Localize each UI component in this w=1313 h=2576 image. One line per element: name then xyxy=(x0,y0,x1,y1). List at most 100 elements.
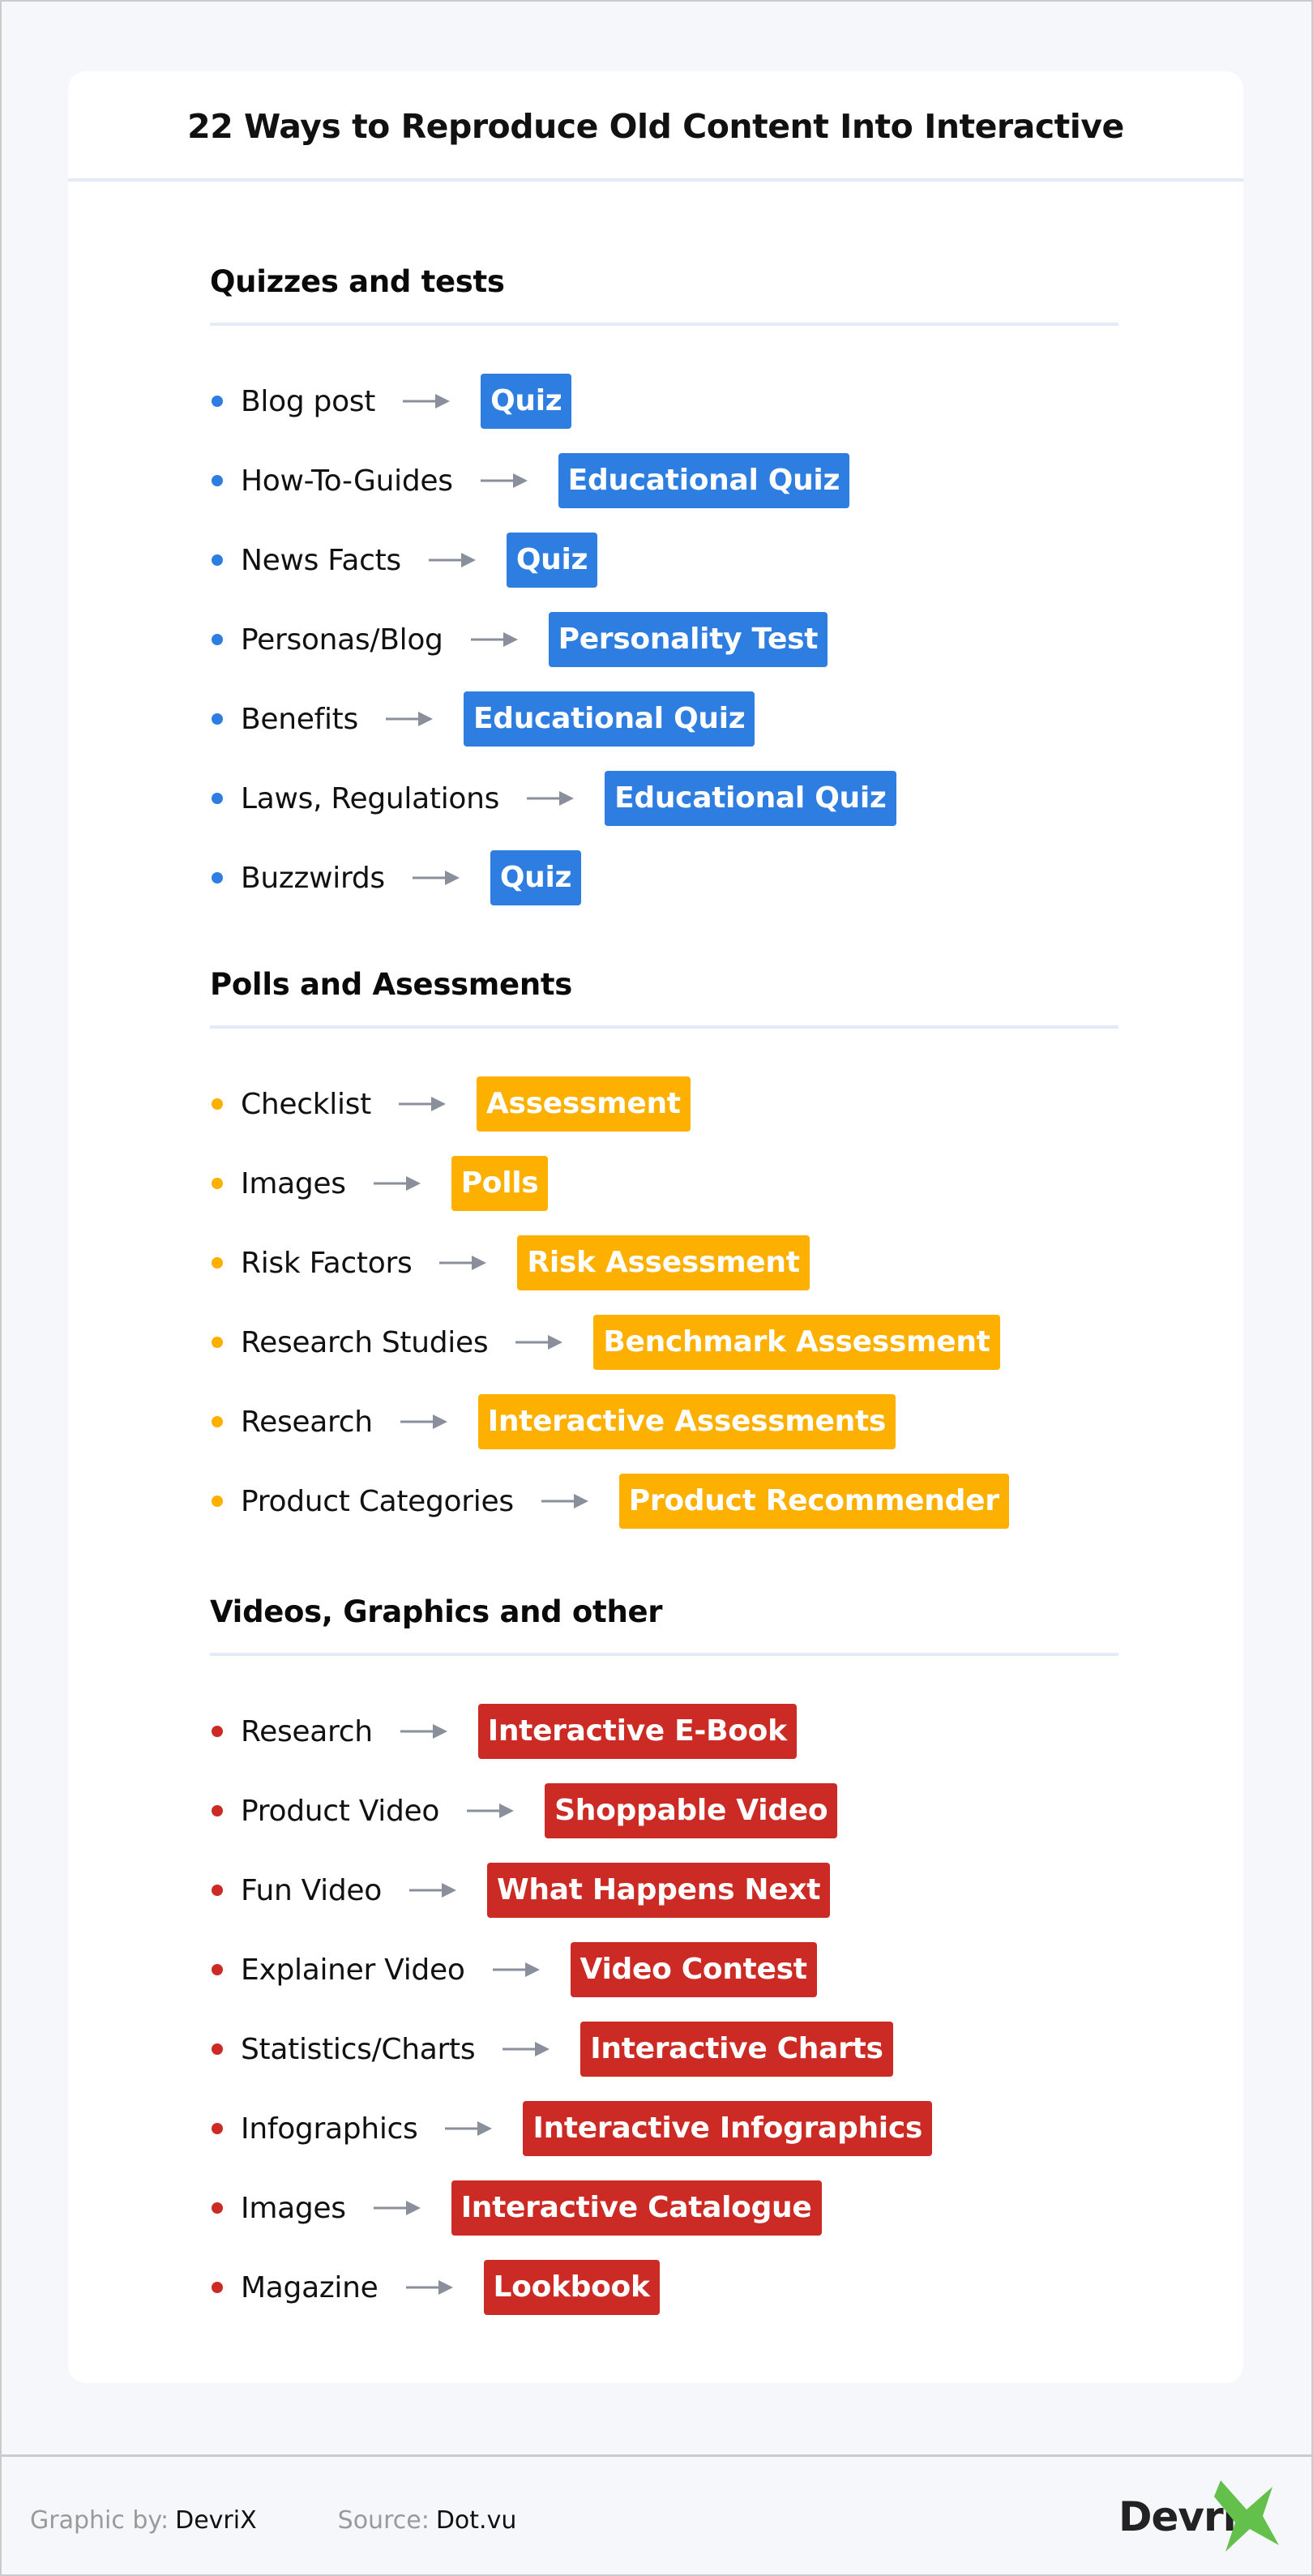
arrow-right-icon xyxy=(408,1883,456,1898)
list-item: Statistics/Charts Interactive Charts xyxy=(210,2009,1118,2089)
footer-credits: Graphic by: DevriX Source: Dot.vu xyxy=(30,2506,597,2535)
list-item: Product Categories Product Recommender xyxy=(210,1461,1118,1541)
arrow-right-icon xyxy=(373,1176,421,1191)
source-content-label: Images xyxy=(241,1166,346,1200)
source-content-label: Checklist xyxy=(241,1087,371,1121)
item-list: Checklist Assessment Images Polls Risk Facto… xyxy=(210,1064,1118,1541)
section-divider xyxy=(210,1025,1118,1029)
list-item: Images Polls xyxy=(210,1144,1118,1223)
source-content-label: Personas/Blog xyxy=(241,623,443,657)
source-content-label: Risk Factors xyxy=(241,1246,413,1280)
bullet-icon xyxy=(212,1257,223,1269)
interactive-format-badge: Quiz xyxy=(490,850,582,905)
source-credit: Source: Dot.vu xyxy=(338,2506,517,2535)
list-item: Benefits Educational Quiz xyxy=(210,679,1118,759)
source-content-label: Buzzwirds xyxy=(241,861,385,895)
interactive-format-badge: Lookbook xyxy=(483,2260,660,2315)
graphic-by-label: Graphic by: xyxy=(30,2506,169,2535)
list-item: Magazine Lookbook xyxy=(210,2248,1118,2327)
bullet-icon xyxy=(212,1178,223,1189)
interactive-format-badge: What Happens Next xyxy=(486,1863,831,1918)
footer-divider xyxy=(0,2454,1313,2457)
arrow-right-icon xyxy=(428,553,476,567)
interactive-format-badge: Interactive Charts xyxy=(580,2022,893,2077)
bullet-icon xyxy=(212,2043,223,2055)
arrow-right-icon xyxy=(400,1724,447,1739)
item-list: Blog post Quiz How-To-Guides Educational Qu… xyxy=(210,362,1118,918)
interactive-format-badge: Personality Test xyxy=(548,612,828,667)
list-item: Explainer Video Video Contest xyxy=(210,1930,1118,2009)
list-item: News Facts Quiz xyxy=(210,520,1118,600)
list-item: Laws, Regulations Educational Quiz xyxy=(210,759,1118,838)
infographic-card: 22 Ways to Reproduce Old Content Into In… xyxy=(68,71,1243,2383)
interactive-format-badge: Interactive Assessments xyxy=(477,1394,896,1449)
item-list: Research Interactive E-Book Product Video S… xyxy=(210,1692,1118,2327)
source-content-label: Product Video xyxy=(241,1794,440,1828)
arrow-right-icon xyxy=(527,791,575,806)
arrow-right-icon xyxy=(492,1962,540,1977)
arrow-right-icon xyxy=(515,1335,563,1350)
arrow-right-icon xyxy=(467,1804,515,1818)
interactive-format-badge: Risk Assessment xyxy=(517,1235,810,1290)
bullet-icon xyxy=(212,1416,223,1427)
bullet-icon xyxy=(212,1098,223,1110)
source-content-label: Magazine xyxy=(241,2270,379,2304)
interactive-format-badge: Educational Quiz xyxy=(558,453,850,508)
bullet-icon xyxy=(212,2282,223,2293)
section-polls: Polls and Asessments Checklist Assessment… xyxy=(210,962,1118,1541)
interactive-format-badge: Interactive Infographics xyxy=(523,2101,933,2156)
source-value: Dot.vu xyxy=(435,2506,517,2535)
section-heading: Quizzes and tests xyxy=(210,264,505,299)
section-quizzes: Quizzes and tests Blog post Quiz How-To-Gu… xyxy=(210,259,1118,918)
bullet-icon xyxy=(212,554,223,566)
source-content-label: Research xyxy=(241,1405,373,1439)
interactive-format-badge: Educational Quiz xyxy=(463,691,755,747)
bullet-icon xyxy=(212,1964,223,1975)
page-title: 22 Ways to Reproduce Old Content Into In… xyxy=(187,107,1124,146)
list-item: Research Studies Benchmark Assessment xyxy=(210,1303,1118,1382)
bullet-icon xyxy=(212,2123,223,2134)
list-item: Blog post Quiz xyxy=(210,362,1118,441)
bullet-icon xyxy=(212,396,223,407)
interactive-format-badge: Interactive Catalogue xyxy=(451,2180,822,2236)
arrow-right-icon xyxy=(480,473,528,488)
bullet-icon xyxy=(212,1885,223,1896)
arrow-right-icon xyxy=(405,2280,453,2295)
arrow-right-icon xyxy=(398,1097,446,1111)
bullet-icon xyxy=(212,2202,223,2214)
bullet-icon xyxy=(212,475,223,486)
bullet-icon xyxy=(212,1805,223,1816)
source-content-label: Product Categories xyxy=(241,1484,514,1518)
source-content-label: Images xyxy=(241,2191,346,2225)
section-divider xyxy=(210,323,1118,326)
source-content-label: Benefits xyxy=(241,702,358,736)
list-item: Buzzwirds Quiz xyxy=(210,838,1118,918)
arrow-right-icon xyxy=(541,1494,588,1508)
source-content-label: Infographics xyxy=(241,2112,418,2146)
arrow-right-icon xyxy=(373,2201,421,2215)
section-videos: Videos, Graphics and other Research Inter… xyxy=(210,1590,1118,2327)
bullet-icon xyxy=(212,872,223,884)
title-divider xyxy=(68,178,1243,182)
bullet-icon xyxy=(212,1337,223,1348)
source-content-label: News Facts xyxy=(241,543,401,577)
source-content-label: Statistics/Charts xyxy=(241,2032,476,2066)
bullet-icon xyxy=(212,793,223,804)
arrow-right-icon xyxy=(503,2042,550,2056)
interactive-format-badge: Interactive E-Book xyxy=(477,1704,797,1759)
list-item: Risk Factors Risk Assessment xyxy=(210,1223,1118,1303)
source-content-label: Research Studies xyxy=(241,1325,489,1359)
arrow-right-icon xyxy=(385,712,433,726)
source-label: Source: xyxy=(337,2506,430,2535)
list-item: Fun Video What Happens Next xyxy=(210,1851,1118,1930)
graphic-by-value: DevriX xyxy=(175,2506,257,2535)
graphic-by-credit: Graphic by: DevriX xyxy=(30,2506,257,2535)
source-content-label: Blog post xyxy=(241,384,376,418)
interactive-format-badge: Assessment xyxy=(476,1076,691,1132)
list-item: Personas/Blog Personality Test xyxy=(210,600,1118,679)
arrow-right-icon xyxy=(439,1256,487,1270)
list-item: Checklist Assessment xyxy=(210,1064,1118,1144)
arrow-right-icon xyxy=(412,871,460,885)
interactive-format-badge: Educational Quiz xyxy=(605,771,896,826)
section-divider xyxy=(210,1653,1118,1656)
